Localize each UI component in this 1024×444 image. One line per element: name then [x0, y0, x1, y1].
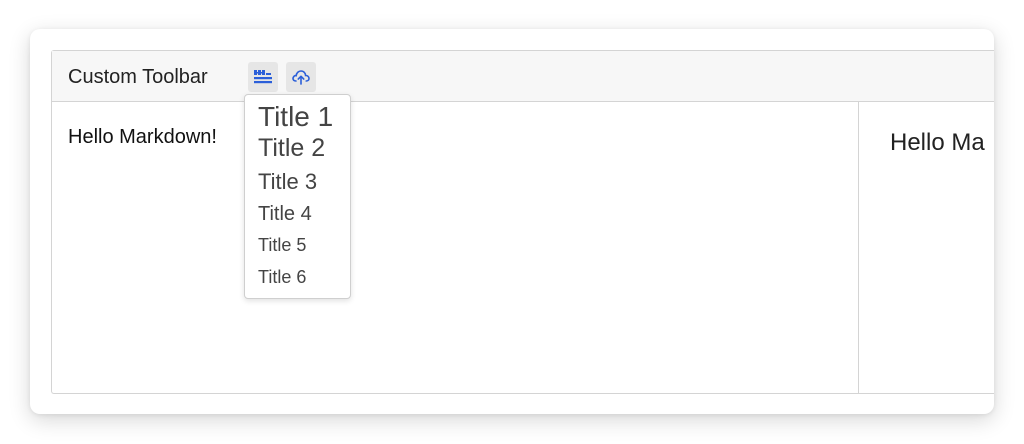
editor-content[interactable]: Hello Markdown!	[68, 126, 217, 148]
menu-item-title-3[interactable]: Title 3	[258, 169, 317, 195]
heading-dropdown-menu: Title 1 Title 2 Title 3 Title 4 Title 5 …	[244, 94, 351, 299]
editor-pane[interactable]: Hello Markdown!	[52, 102, 858, 393]
heading-button[interactable]	[248, 62, 278, 92]
menu-item-title-4[interactable]: Title 4	[258, 203, 312, 225]
heading-icon	[254, 70, 272, 84]
menu-item-title-1[interactable]: Title 1	[258, 101, 333, 133]
menu-item-title-5[interactable]: Title 5	[258, 235, 306, 255]
menu-item-title-6[interactable]: Title 6	[258, 267, 306, 287]
markdown-editor: Custom Toolbar Hello Markdown! Hello Ma	[51, 50, 994, 394]
upload-button[interactable]	[286, 62, 316, 92]
window-card: Custom Toolbar Hello Markdown! Hello Ma	[30, 29, 994, 414]
toolbar: Custom Toolbar	[52, 51, 994, 102]
toolbar-title: Custom Toolbar	[68, 66, 208, 88]
preview-pane: Hello Ma	[859, 102, 994, 393]
cloud-upload-icon	[292, 70, 310, 85]
menu-item-title-2[interactable]: Title 2	[258, 134, 325, 162]
preview-content: Hello Ma	[890, 129, 985, 156]
